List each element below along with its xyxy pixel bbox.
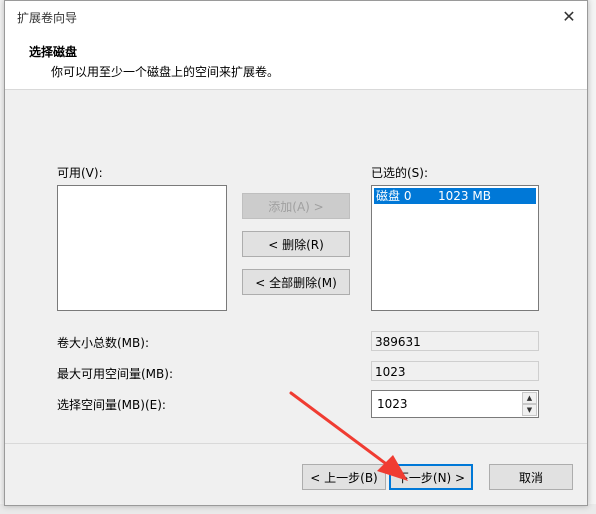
annotation-arrow-icon [289, 391, 408, 481]
